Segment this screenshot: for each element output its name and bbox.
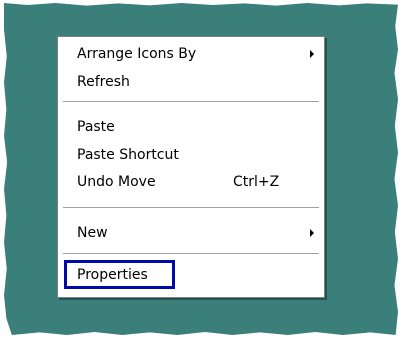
desktop-context-menu: Arrange Icons By Refresh Paste Paste Sho… — [57, 36, 325, 298]
menu-item-arrange-icons-by[interactable]: Arrange Icons By — [58, 42, 324, 66]
menu-item-paste-shortcut[interactable]: Paste Shortcut — [58, 143, 324, 167]
menu-item-shortcut: Ctrl+Z — [233, 174, 280, 190]
menu-item-refresh[interactable]: Refresh — [58, 70, 324, 94]
menu-item-label: Arrange Icons By — [77, 46, 197, 62]
menu-item-label: New — [77, 225, 108, 241]
properties-highlight-box — [64, 260, 175, 289]
submenu-arrow-icon — [310, 50, 314, 58]
menu-separator — [63, 253, 319, 255]
menu-separator — [63, 101, 319, 103]
menu-item-paste[interactable]: Paste — [58, 115, 324, 139]
menu-item-label: Paste — [77, 119, 115, 135]
menu-separator — [63, 207, 319, 209]
menu-item-label: Undo Move — [77, 174, 156, 190]
menu-item-label: Paste Shortcut — [77, 147, 179, 163]
menu-item-label: Refresh — [77, 74, 130, 90]
menu-item-undo-move[interactable]: Undo Move Ctrl+Z — [58, 170, 324, 194]
screenshot-frame: Arrange Icons By Refresh Paste Paste Sho… — [0, 0, 406, 347]
menu-item-new[interactable]: New — [58, 221, 324, 245]
submenu-arrow-icon — [310, 229, 314, 237]
